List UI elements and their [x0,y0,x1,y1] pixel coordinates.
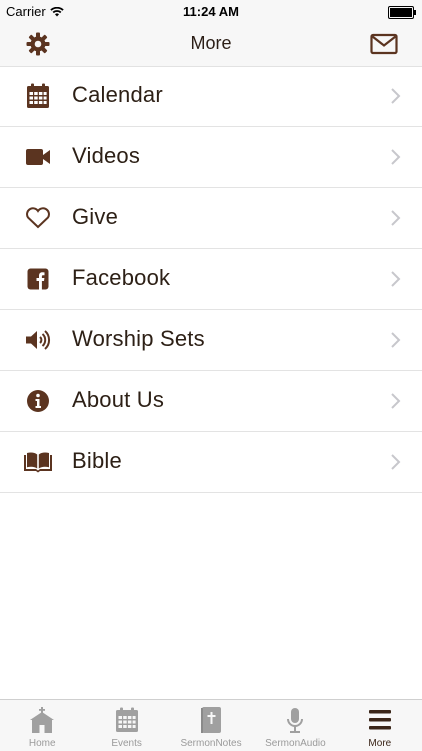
menu-item-about-us[interactable]: About Us [0,371,422,432]
menu-item-bible[interactable]: Bible [0,432,422,493]
menu-item-label: Bible [72,448,122,473]
menu-item-label: Videos [72,143,141,168]
tab-label: SermonNotes [180,738,242,749]
menu-item-label: Facebook [72,265,171,290]
tab-label: SermonAudio [265,738,326,749]
status-bar: Carrier 11:24 AM [0,0,422,22]
navigation-bar: More [0,22,422,67]
chevron-right-icon [391,332,401,348]
menu-item-worship-sets[interactable]: Worship Sets [0,310,422,371]
tab-label: Events [111,738,142,749]
tab-sermon-notes[interactable]: SermonNotes [169,700,253,751]
battery-icon [388,6,416,19]
tab-sermon-audio[interactable]: SermonAudio [253,700,337,751]
book-icon [23,449,53,475]
chevron-right-icon [391,454,401,470]
speaker-icon [25,327,51,353]
facebook-icon [25,266,51,292]
chevron-right-icon [391,393,401,409]
menu-item-give[interactable]: Give [0,188,422,249]
menu-icon [368,710,391,730]
calendar-icon [115,707,138,732]
tab-events[interactable]: Events [84,700,168,751]
video-camera-icon [25,144,51,170]
tab-bar: Home Events SermonNotes SermonAudio More [0,699,422,751]
mail-button[interactable] [369,30,399,58]
chevron-right-icon [391,271,401,287]
tab-home[interactable]: Home [0,700,84,751]
envelope-icon [370,33,398,55]
menu-item-facebook[interactable]: Facebook [0,249,422,310]
tab-label: Home [28,738,56,749]
menu-item-calendar[interactable]: Calendar [0,66,422,127]
info-icon [25,388,51,414]
calendar-icon [25,83,51,109]
tab-more[interactable]: More [338,700,422,751]
menu-item-videos[interactable]: Videos [0,127,422,188]
more-menu-list: Calendar Videos Give Facebook Worship Se… [0,66,422,493]
chevron-right-icon [391,88,401,104]
bible-icon [201,707,222,733]
page-title: More [190,33,232,53]
clock: 11:24 AM [183,4,239,19]
heart-icon [25,205,51,231]
menu-item-label: Give [72,204,119,229]
chevron-right-icon [391,149,401,165]
menu-item-label: Worship Sets [72,326,205,351]
chevron-right-icon [391,210,401,226]
church-icon [30,707,55,733]
tab-label: More [368,738,392,749]
menu-item-label: Calendar [72,82,163,107]
microphone-icon [287,708,304,733]
menu-item-label: About Us [72,387,165,412]
